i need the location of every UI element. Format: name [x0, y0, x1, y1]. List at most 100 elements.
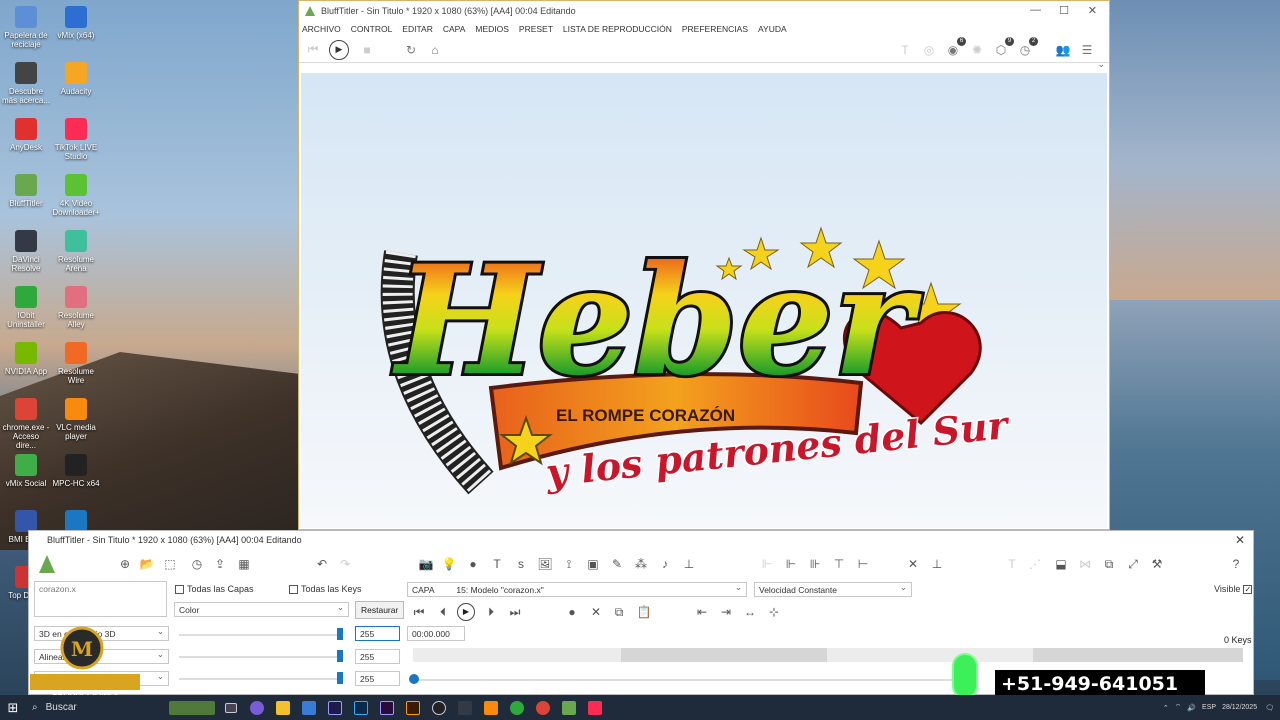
task-view-icon[interactable] — [218, 695, 244, 720]
camera-icon[interactable]: 📷 — [418, 556, 434, 572]
add-layer-icon[interactable]: ⊕ — [117, 556, 133, 572]
cube-icon[interactable]: ▣ — [585, 556, 601, 572]
align-a-icon[interactable]: ⊩ — [759, 556, 775, 572]
delete-key-icon[interactable]: ✕ — [588, 604, 604, 620]
text-icon[interactable]: T — [489, 556, 505, 572]
prev-key-icon[interactable]: ⏴ — [435, 604, 451, 620]
export-icon[interactable]: ⇪ — [212, 556, 228, 572]
timer-icon[interactable]: ◷ — [189, 556, 205, 572]
todas-keys-checkbox[interactable]: Todas las Keys — [289, 584, 362, 594]
volume-icon[interactable]: 🔊 — [1187, 704, 1196, 712]
time-input[interactable]: 00:00.000 — [407, 626, 465, 641]
desktop-icon[interactable]: Audacity — [52, 62, 100, 96]
chrome-icon[interactable] — [530, 695, 556, 720]
photoshop-icon[interactable] — [348, 695, 374, 720]
copilot-icon[interactable] — [244, 695, 270, 720]
magic-wand-icon[interactable]: ⚒ — [1149, 556, 1165, 572]
model-badge-icon[interactable]: ⬡ 9 — [993, 37, 1014, 58]
stretch-icon[interactable]: ↔ — [742, 604, 758, 620]
desktop-icon[interactable]: chrome.exe - Acceso dire... — [2, 398, 50, 450]
light-bulb-icon[interactable]: 💡 — [441, 556, 457, 572]
color-drop-icon[interactable]: ● — [465, 556, 481, 572]
store-icon[interactable] — [296, 695, 322, 720]
desktop-icon[interactable]: Papelera de reciclaje — [2, 6, 50, 49]
blufftitler-taskbar-icon[interactable] — [556, 695, 582, 720]
tool-i-icon[interactable]: ⋈ — [1077, 556, 1093, 572]
desktop-icon[interactable]: Resolume Wire — [52, 342, 100, 385]
menu-editar[interactable]: EDITAR — [402, 24, 433, 34]
visible-checkbox[interactable]: Visible ✓ — [1214, 584, 1255, 594]
image-icon[interactable]: 🖼 — [537, 556, 553, 572]
after-effects-icon[interactable] — [322, 695, 348, 720]
chart-icon[interactable]: ⊥ — [681, 556, 697, 572]
desktop-icon[interactable]: DaVinci Resolve — [2, 230, 50, 273]
color-property-select[interactable]: Color — [174, 602, 349, 617]
slider-1[interactable] — [179, 634, 339, 636]
frame-icon[interactable]: ⬚ — [162, 556, 178, 572]
velocidad-select[interactable]: Velocidad Constante — [754, 582, 912, 597]
desktop-icon[interactable]: Descubre más acerca... — [2, 62, 50, 105]
file-field[interactable]: corazon.x — [34, 581, 167, 617]
timeline-block[interactable] — [621, 648, 827, 662]
goto-end-icon[interactable]: ⇥ — [718, 604, 734, 620]
slider-3-handle[interactable] — [337, 672, 343, 684]
panel-close-button[interactable]: ✕ — [1235, 533, 1245, 547]
desktop-icon[interactable]: BluffTitler — [2, 174, 50, 208]
text-tool-icon[interactable]: T — [897, 42, 913, 58]
menu-ayuda[interactable]: AYUDA — [758, 24, 787, 34]
taskbar-widget[interactable] — [166, 695, 218, 720]
tool-j-icon[interactable]: ⧉ — [1101, 556, 1117, 572]
stop-icon[interactable]: ■ — [359, 42, 375, 58]
desktop-icon[interactable]: vMix Social — [2, 454, 50, 488]
redo-icon[interactable]: ↷ — [337, 556, 353, 572]
iobit-icon[interactable] — [504, 695, 530, 720]
illustrator-icon[interactable] — [400, 695, 426, 720]
preview-canvas[interactable]: EL ROMPE CORAZÓN Heber y los patrones de… — [301, 73, 1107, 528]
slider-2[interactable] — [179, 656, 339, 658]
collapse-chevron-icon[interactable]: ⌄ — [1097, 59, 1105, 70]
restaurar-button[interactable]: Restaurar — [355, 601, 405, 619]
users-icon[interactable]: 👥 — [1055, 42, 1071, 58]
grid-icon[interactable]: ▦ — [236, 556, 252, 572]
windows-start-icon[interactable]: ⊞ — [0, 695, 26, 720]
tray-chevron-icon[interactable]: ⌃ — [1163, 704, 1169, 712]
desktop-icon[interactable]: vMix (x64) — [52, 6, 100, 40]
davinci-icon[interactable] — [452, 695, 478, 720]
premiere-icon[interactable] — [374, 695, 400, 720]
open-folder-icon[interactable]: 📂 — [139, 556, 155, 572]
vlc-icon[interactable] — [478, 695, 504, 720]
music-icon[interactable]: ♪ — [657, 556, 673, 572]
capa-select[interactable]: CAPA 15: Modelo "corazon.x" — [407, 582, 747, 597]
camera-badge-icon[interactable]: ◉ 6 — [945, 37, 966, 58]
wifi-icon[interactable]: ⌔ — [1175, 703, 1182, 712]
menu-lista-reproduccion[interactable]: LISTA DE REPRODUCCIÓN — [563, 24, 672, 34]
tool-f-icon[interactable]: T — [1004, 556, 1020, 572]
panel-play-button[interactable]: ▶ — [457, 603, 475, 621]
particles-icon[interactable]: ⁂ — [633, 556, 649, 572]
tiktok-icon[interactable] — [582, 695, 608, 720]
help-icon[interactable]: ? — [1228, 556, 1244, 572]
layers-tool-icon[interactable]: ◎ — [921, 42, 937, 58]
record-key-icon[interactable]: ● — [564, 604, 580, 620]
align-e-icon[interactable]: ⊢ — [855, 556, 871, 572]
desktop-icon[interactable]: VLC media player — [52, 398, 100, 441]
language-indicator[interactable]: ESP — [1202, 704, 1216, 711]
desktop-icon[interactable]: Resolume Alley — [52, 286, 100, 329]
taskbar-search[interactable]: ⌕ Buscar — [26, 695, 166, 720]
undo-icon[interactable]: ↶ — [314, 556, 330, 572]
tool-h-icon[interactable]: ⬓ — [1053, 556, 1069, 572]
desktop-icon[interactable]: NVIDIA App — [2, 342, 50, 376]
value-2-input[interactable]: 255 — [355, 649, 400, 664]
menu-capa[interactable]: CAPA — [443, 24, 466, 34]
tool-k-icon[interactable]: ⤢ — [1125, 556, 1141, 572]
desktop-icon[interactable]: TikTok LIVE Studio — [52, 118, 100, 161]
slider-3[interactable] — [179, 678, 339, 680]
home-icon[interactable]: ⌂ — [427, 42, 443, 58]
menu-archivo[interactable]: ARCHIVO — [302, 24, 341, 34]
menu-medios[interactable]: MEDIOS — [475, 24, 509, 34]
first-key-icon[interactable]: ⏮ — [411, 604, 427, 620]
value-3-input[interactable]: 255 — [355, 671, 400, 686]
hamburger-menu-icon[interactable]: ☰ — [1079, 42, 1095, 58]
todas-capas-checkbox[interactable]: Todas las Capas — [175, 584, 254, 594]
desktop-icon[interactable]: IObit Uninstaller — [2, 286, 50, 329]
